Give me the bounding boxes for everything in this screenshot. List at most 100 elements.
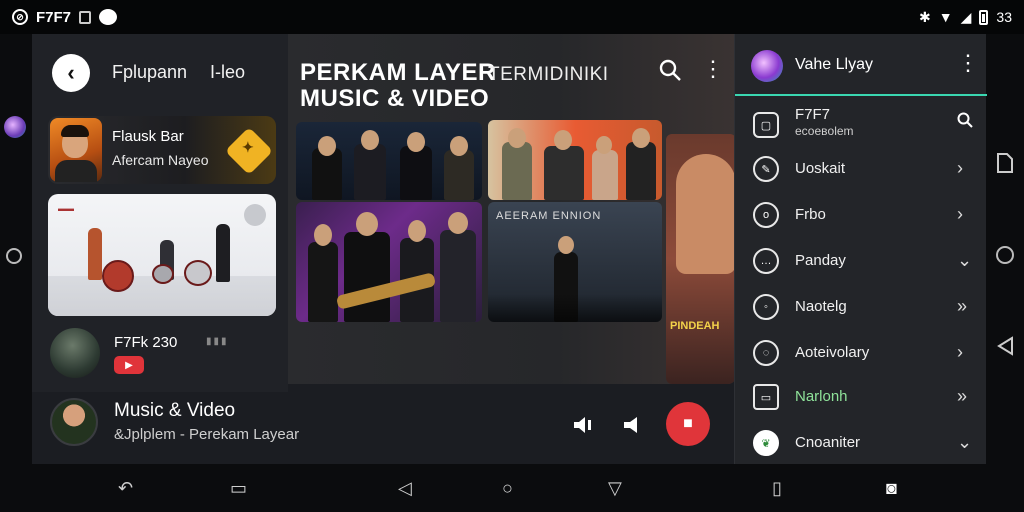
app-window: ‹ Fplupann I-leo Flausk Bar Afercam Naye… bbox=[32, 34, 987, 466]
menu-item-frbo[interactable]: o Frbo › bbox=[735, 194, 987, 238]
left-header-title-2: I-leo bbox=[210, 62, 246, 82]
menu-item-sub: eсоевolem bbox=[795, 124, 854, 138]
chevron-right-icon: › bbox=[957, 342, 963, 362]
menu-item-label: Aoteivolary bbox=[795, 344, 870, 361]
message-icon: ▭ bbox=[753, 384, 779, 410]
track-meta: ▮▮▮ bbox=[206, 336, 229, 347]
rail-avatar[interactable] bbox=[4, 116, 26, 138]
volume-icon[interactable] bbox=[572, 414, 594, 436]
now-playing-bar: Music & Video &Jplplem - Perekam Layear … bbox=[32, 392, 734, 464]
chevron-left-icon: ‹ bbox=[67, 60, 75, 85]
menu-item-naotelg[interactable]: ◦ Naotelg » bbox=[735, 286, 987, 330]
search-icon[interactable] bbox=[957, 112, 973, 128]
system-navigation-bar: ↶ ▭ ◁ ○ ▽ ▯ ◙ bbox=[0, 464, 1024, 512]
back-button[interactable]: ‹ bbox=[52, 54, 90, 92]
band-video-card[interactable]: ▬▬ bbox=[48, 194, 276, 316]
user-name: Vahe Llyay bbox=[795, 56, 873, 73]
left-rail bbox=[0, 34, 32, 464]
document-icon[interactable] bbox=[995, 152, 1015, 174]
app-icon[interactable]: ◙ bbox=[886, 478, 897, 499]
menu-item-f7f7[interactable]: ▢ F7F7 eсоевolem bbox=[735, 104, 987, 148]
menu-item-label: Panday bbox=[795, 252, 846, 269]
more-vertical-icon[interactable]: ⋮ bbox=[702, 58, 724, 80]
home-icon[interactable]: ○ bbox=[502, 478, 513, 499]
badge-icon[interactable]: ✦ bbox=[224, 126, 274, 176]
status-time: 33 bbox=[996, 9, 1012, 25]
chevron-right-icon: › bbox=[957, 158, 963, 178]
track-row[interactable]: F7Fk 230 ▮▮▮ ▶ bbox=[48, 328, 276, 380]
side-menu: Vahe Llyay ⋮ ▢ F7F7 eсоевolem ✎ Uoskait … bbox=[734, 34, 987, 466]
cloud-icon bbox=[99, 9, 118, 25]
video-logo: ▬▬ bbox=[58, 204, 74, 213]
now-playing-avatar[interactable] bbox=[50, 398, 98, 446]
center-panel: PERKAM LAYER MUSIC & VIDEO TERMIDINIKI ⋮ bbox=[288, 34, 736, 384]
status-bar: ⊘ F7F7 ✱ ▼ ◢ 33 bbox=[0, 0, 1024, 34]
center-title-line1: PERKAM LAYER bbox=[300, 59, 496, 86]
chevron-right-icon: › bbox=[957, 204, 963, 224]
track-avatar bbox=[50, 328, 100, 378]
battery-icon bbox=[979, 9, 989, 25]
video-tile[interactable] bbox=[488, 120, 662, 200]
pencil-icon: ✎ bbox=[753, 156, 779, 182]
video-tile[interactable] bbox=[296, 202, 482, 322]
search-icon[interactable] bbox=[658, 58, 682, 82]
speaker-icon[interactable] bbox=[622, 414, 644, 436]
drum bbox=[152, 264, 174, 284]
video-tile[interactable]: PINDEAH bbox=[666, 134, 736, 384]
stop-icon: ■ bbox=[683, 415, 693, 432]
undo-icon[interactable]: ↶ bbox=[118, 478, 133, 499]
now-playing-title: Music & Video bbox=[114, 400, 236, 421]
card-title: Flausk Bar bbox=[112, 128, 184, 145]
band-member bbox=[216, 224, 230, 282]
signal-icon: ◢ bbox=[960, 8, 972, 25]
shield-icon[interactable]: ▽ bbox=[608, 478, 622, 499]
window-icon[interactable]: ▭ bbox=[230, 478, 247, 499]
notification-icon: ⊘ bbox=[12, 9, 28, 25]
tile-caption: AEERAM ENNION bbox=[496, 210, 602, 222]
rail-circle-icon[interactable] bbox=[6, 248, 22, 264]
menu-item-aoteivolary[interactable]: ◌ Aoteivolary › bbox=[735, 332, 987, 376]
center-title: PERKAM LAYER MUSIC & VIDEO bbox=[300, 60, 496, 112]
center-title-line2: MUSIC & VIDEO bbox=[300, 85, 490, 112]
menu-item-label: Frbo bbox=[795, 206, 826, 223]
drum bbox=[184, 260, 212, 286]
featured-card[interactable]: Flausk Bar Afercam Nayeo ✦ bbox=[48, 116, 276, 184]
double-chevron-icon: » bbox=[957, 386, 968, 406]
video-tile[interactable] bbox=[296, 122, 482, 200]
menu-item-uoskait[interactable]: ✎ Uoskait › bbox=[735, 148, 987, 192]
video-tile[interactable]: AEERAM ENNION bbox=[488, 202, 662, 322]
artist-thumbnail bbox=[50, 118, 102, 182]
menu-item-label: Uoskait bbox=[795, 160, 846, 177]
tile-caption: PINDEAH bbox=[670, 320, 720, 332]
drum bbox=[102, 260, 134, 292]
split-icon[interactable]: ▯ bbox=[772, 478, 782, 499]
home-circle-icon[interactable] bbox=[996, 246, 1014, 264]
back-triangle-icon[interactable] bbox=[996, 336, 1014, 356]
wifi-icon: ▼ bbox=[938, 9, 953, 25]
right-rail bbox=[986, 34, 1024, 464]
menu-item-label: Cnoaniter bbox=[795, 434, 861, 451]
menu-item-label: Narlonh bbox=[795, 388, 848, 405]
bubble-icon: ◌ bbox=[753, 340, 779, 366]
menu-item-cnoaniter[interactable]: ❦ Cnoaniter ⌄ bbox=[735, 422, 987, 466]
circle-icon: ◦ bbox=[753, 294, 779, 320]
stop-button[interactable]: ■ bbox=[666, 402, 710, 446]
user-avatar[interactable] bbox=[751, 50, 783, 82]
center-title-right: TERMIDINIKI bbox=[488, 64, 609, 85]
clock-icon[interactable] bbox=[244, 204, 266, 226]
status-app-code: F7F7 bbox=[36, 8, 72, 26]
menu-item-panday[interactable]: … Panday ⌄ bbox=[735, 240, 987, 284]
menu-header: Vahe Llyay ⋮ bbox=[735, 34, 987, 96]
play-badge[interactable]: ▶ bbox=[114, 356, 144, 374]
more-vertical-icon[interactable]: ⋮ bbox=[957, 52, 979, 74]
menu-item-narlonh[interactable]: ▭ Narlonh » bbox=[735, 376, 987, 420]
chevron-down-icon: ⌄ bbox=[957, 250, 973, 270]
double-chevron-icon: » bbox=[957, 296, 968, 316]
sim-icon bbox=[79, 10, 92, 24]
back-icon[interactable]: ◁ bbox=[398, 478, 412, 499]
o-icon: o bbox=[753, 202, 779, 228]
chevron-down-icon: ⌄ bbox=[957, 432, 973, 452]
chat-icon: … bbox=[753, 248, 779, 274]
bluetooth-icon: ✱ bbox=[919, 8, 931, 25]
card-subtitle: Afercam Nayeo bbox=[112, 152, 209, 168]
